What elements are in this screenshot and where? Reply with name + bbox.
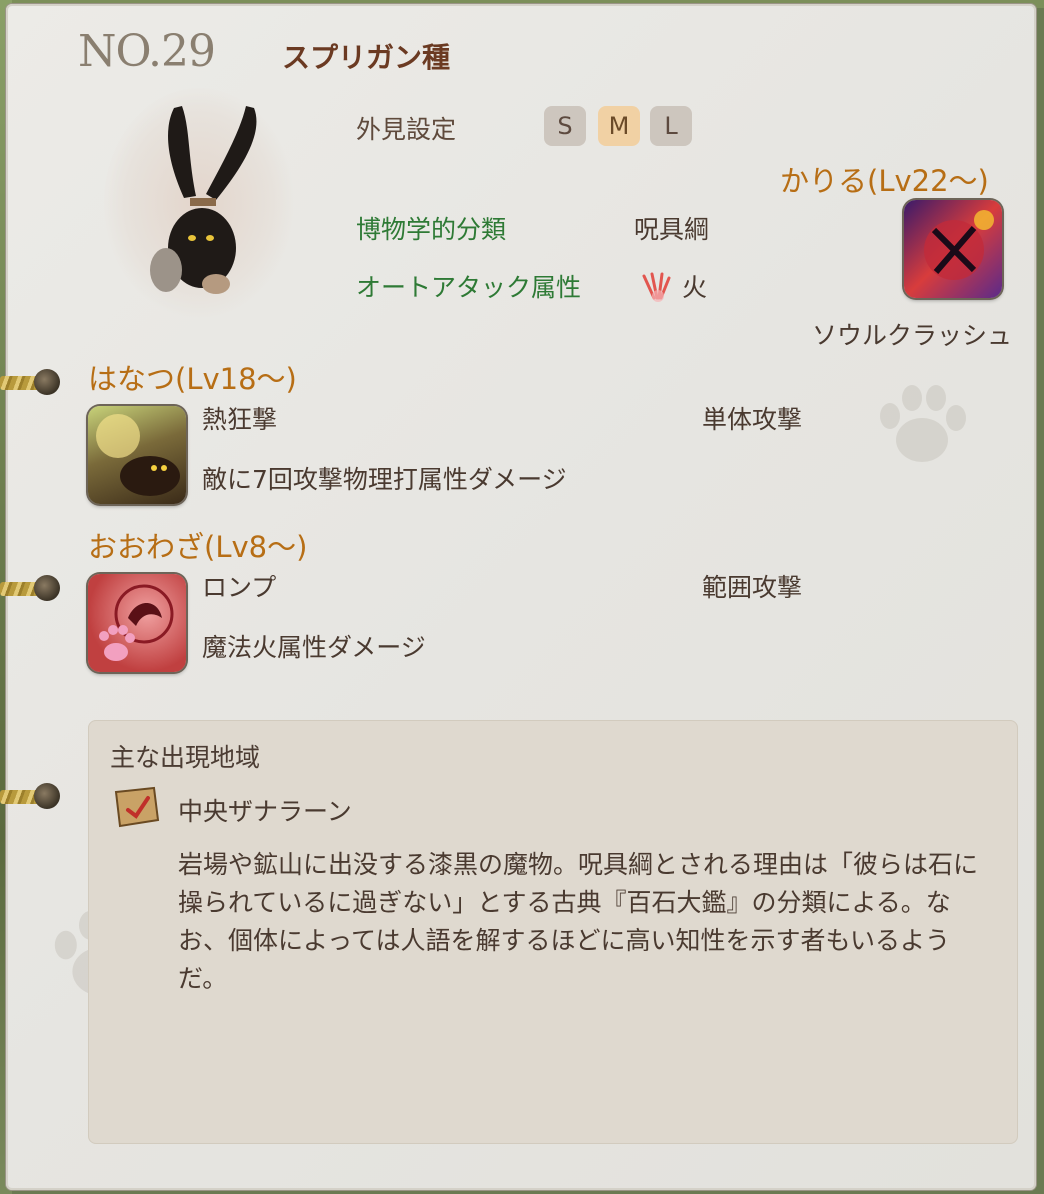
appearance-label: 外見設定 <box>356 115 457 144</box>
habitat-label: 主な出現地域 <box>110 743 261 772</box>
oowaza-skill-name: ロンプ <box>202 573 277 602</box>
classification-label: 博物学的分類 <box>356 215 507 244</box>
paw-watermark-icon <box>880 385 966 462</box>
hanatsu-heading: はなつ(Lv18～) <box>88 362 297 396</box>
binder-ring <box>0 782 60 812</box>
oowaza-skill-type: 範囲攻撃 <box>702 573 803 602</box>
hanatsu-skill-name: 熱狂撃 <box>202 405 278 434</box>
species-title: スプリガン種 <box>282 41 451 74</box>
fire-claw-icon <box>642 272 671 302</box>
binder-ring <box>0 574 60 604</box>
oowaza-description: 魔法火属性ダメージ <box>202 633 426 662</box>
karu-heading: かりる(Lv22～) <box>780 164 989 198</box>
size-l-button[interactable]: L <box>650 106 692 146</box>
size-s-button[interactable]: S <box>544 106 586 146</box>
hanatsu-skill-type: 単体攻撃 <box>702 405 803 434</box>
habitat-description: 岩場や鉱山に出没する漆黒の魔物。呪具綱とされる理由は「彼らは石に操られているに過… <box>178 850 979 993</box>
classification-value: 呪具綱 <box>634 215 710 244</box>
map-scroll-icon <box>114 786 160 828</box>
hanatsu-description: 敵に7回攻撃物理打属性ダメージ <box>202 465 567 494</box>
romp-icon[interactable] <box>88 574 186 672</box>
oowaza-heading: おおわざ(Lv8～) <box>88 530 308 564</box>
minion-portrait <box>104 88 294 318</box>
auto-attack-element: 火 <box>682 273 708 302</box>
size-m-button[interactable]: M <box>598 106 640 146</box>
auto-attack-label: オートアタック属性 <box>356 273 582 302</box>
frenzy-strike-icon[interactable] <box>88 406 186 504</box>
spriggan-image <box>150 106 257 294</box>
karu-skill-name: ソウルクラッシュ <box>812 321 1013 350</box>
soul-crush-icon[interactable] <box>904 200 1002 298</box>
habitat-area: 中央ザナラーン <box>178 797 352 826</box>
binder-ring <box>0 368 60 398</box>
entry-number: NO.29 <box>78 26 216 77</box>
